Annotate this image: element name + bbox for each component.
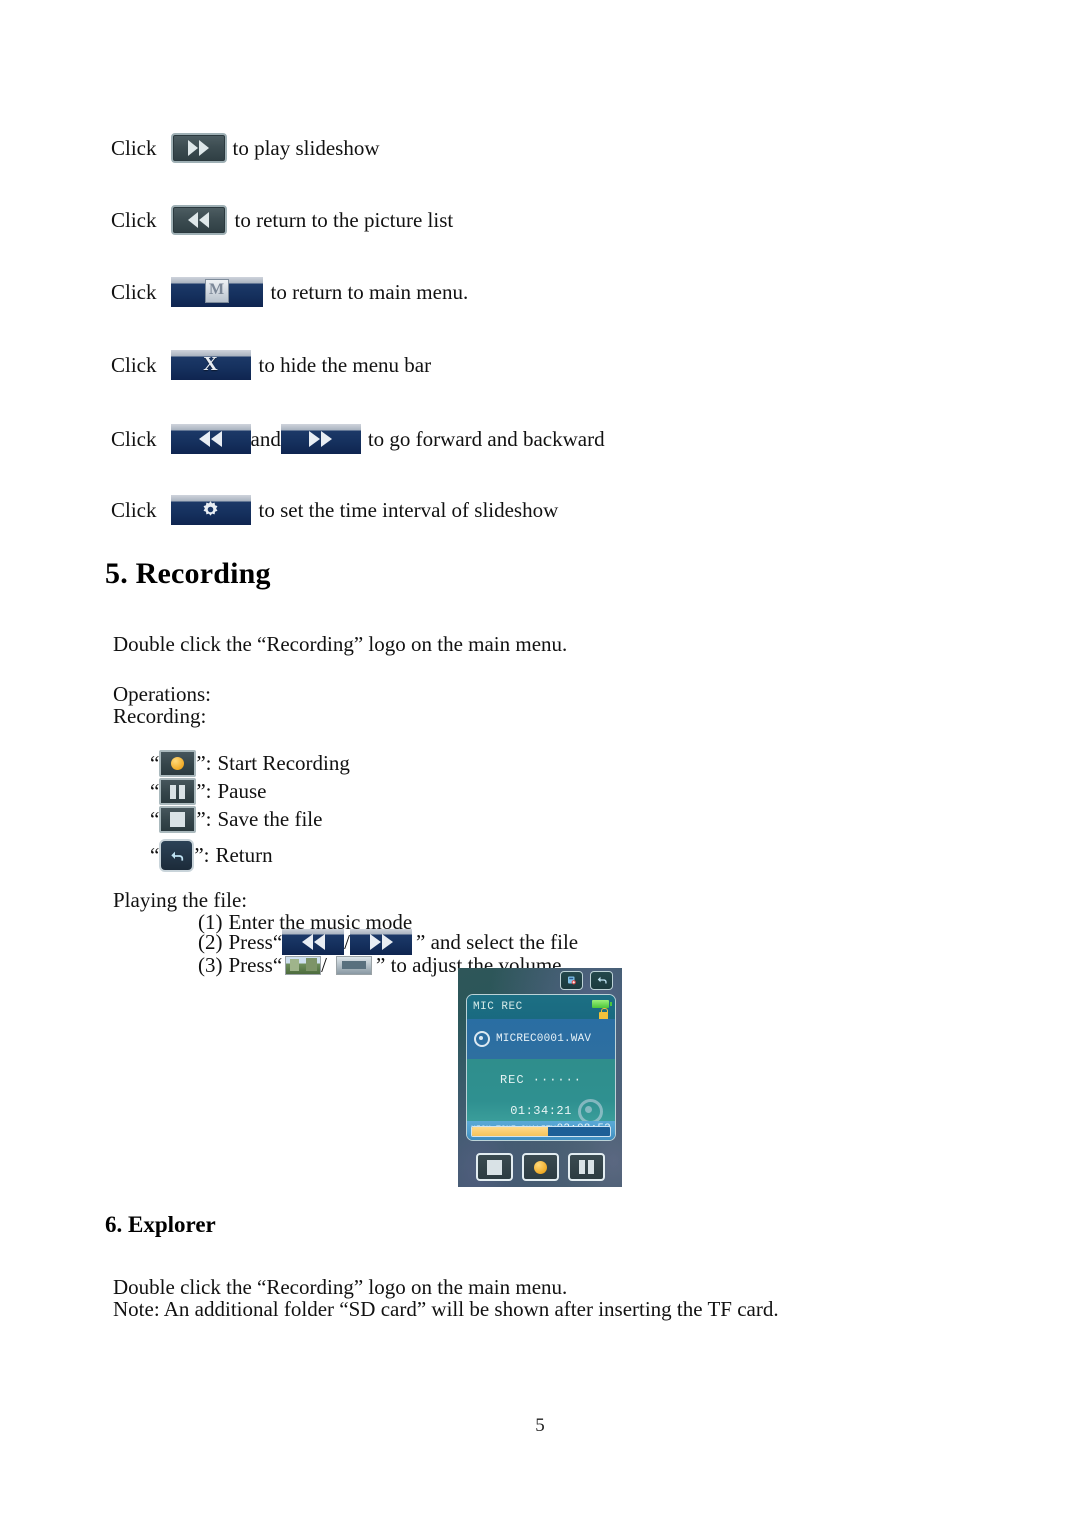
rewind-icon [173, 207, 225, 233]
instruction-prefix: Click [111, 279, 157, 304]
instruction-line-main-menu: Click M to return to main menu. [111, 277, 468, 307]
recording-label: Recording: [113, 704, 207, 728]
step-number: (3) [198, 953, 223, 977]
page-number: 5 [535, 1415, 545, 1436]
settings-icon[interactable] [560, 970, 583, 990]
screen-file-row: MICREC0001.WAV [467, 1019, 615, 1059]
disc-icon [474, 1031, 490, 1047]
instruction-prefix: Click [111, 497, 157, 522]
instruction-suffix: to hide the menu bar [258, 352, 432, 377]
record-icon[interactable] [159, 750, 197, 777]
recording-intro-text: Double click the “Recording” logo on the… [113, 632, 568, 656]
next-button[interactable] [280, 424, 361, 454]
instruction-prefix: Click [111, 135, 157, 160]
instruction-prefix: Click [111, 352, 157, 377]
screen-status-area: REC ······ [467, 1059, 615, 1101]
screen-title-bar: MIC REC [467, 995, 615, 1020]
screen-status-text: REC ······ [499, 1073, 582, 1087]
previous-button[interactable] [170, 424, 251, 454]
op-line-save-file: “ ”: Save the file [150, 806, 322, 833]
page-title-explorer: 6. Explorer [105, 1212, 216, 1237]
pause-button[interactable] [567, 1153, 605, 1181]
open-quote: “ [150, 843, 160, 868]
progress-fill [472, 1127, 548, 1136]
op-line-return: “ ”: Return [150, 839, 273, 872]
screen-elapsed-time: 01:34:21 [510, 1104, 572, 1118]
op-label: Return [215, 843, 273, 868]
screen-title: MIC REC [473, 1001, 523, 1013]
instruction-line-time-interval: Click to set the time interval of slides… [111, 495, 558, 525]
screen-progress-bar[interactable] [471, 1126, 611, 1137]
op-line-pause: “ ”: Pause [150, 778, 266, 805]
close-quote: ”: [196, 751, 212, 776]
next-icon [281, 424, 361, 454]
close-quote: ”: [194, 843, 210, 868]
close-icon: X [203, 352, 218, 375]
screen-info-area: HIGH TONE QUALITY 02:08:53 [467, 1121, 615, 1140]
record-button[interactable] [521, 1153, 559, 1181]
screen-file-name: MICREC0001.WAV [496, 1033, 592, 1045]
instruction-middle: and [250, 426, 281, 451]
close-quote: ”: [196, 779, 212, 804]
page-title-recording: 5. Recording [105, 557, 271, 590]
close-button[interactable]: X [170, 350, 251, 380]
device-lcd-screen: MIC REC MICREC0001.WAV REC ······ 01:34:… [466, 994, 616, 1141]
previous-icon [171, 424, 251, 454]
op-label: Start Recording [217, 751, 350, 776]
rewind-button[interactable] [170, 205, 227, 235]
volume-down-thumbnail[interactable] [336, 955, 373, 975]
gear-icon [171, 495, 251, 525]
instruction-prefix: Click [111, 426, 157, 451]
open-quote: “ [150, 779, 160, 804]
step-separator: / [321, 953, 328, 977]
instruction-suffix: to return to the picture list [234, 207, 454, 232]
fast-forward-button[interactable] [170, 133, 227, 163]
device-screenshot: MIC REC MICREC0001.WAV REC ······ 01:34:… [458, 968, 622, 1187]
op-label: Save the file [217, 807, 323, 832]
open-quote: “ [150, 807, 160, 832]
return-icon[interactable] [590, 970, 613, 990]
instruction-line-hide-menu-bar: Click X to hide the menu bar [111, 350, 431, 380]
return-icon[interactable] [159, 839, 195, 872]
explorer-line-2: Note: An additional folder “SD card” wil… [113, 1297, 779, 1321]
close-quote: ”: [196, 807, 212, 832]
instruction-line-picture-list: Click to return to the picture list [111, 205, 453, 235]
document-page: Click to play slideshow Click to return … [0, 0, 1080, 1527]
instruction-line-play-slideshow: Click to play slideshow [111, 133, 380, 163]
step-prefix: Press“ [228, 953, 283, 977]
op-label: Pause [217, 779, 267, 804]
instruction-prefix: Click [111, 207, 157, 232]
op-line-start-recording: “ ”: Start Recording [150, 750, 350, 777]
stop-button[interactable] [475, 1153, 513, 1181]
letter-m-icon: M [171, 277, 263, 307]
main-menu-button[interactable]: M [170, 277, 263, 307]
instruction-suffix: to go forward and backward [367, 426, 605, 451]
fast-forward-icon [173, 135, 225, 161]
battery-full-icon [592, 1000, 612, 1008]
pause-icon[interactable] [159, 778, 197, 805]
instruction-suffix: to set the time interval of slideshow [258, 497, 559, 522]
instruction-suffix: to play slideshow [232, 135, 380, 160]
instruction-line-forward-backward: Click and to go forward and backward [111, 424, 605, 454]
open-quote: “ [150, 751, 160, 776]
instruction-suffix: to return to main menu. [270, 279, 469, 304]
volume-up-thumbnail[interactable] [285, 955, 322, 975]
settings-gear-button[interactable] [170, 495, 251, 525]
device-top-toolbar [458, 968, 622, 992]
stop-save-icon[interactable] [159, 806, 197, 833]
device-control-bar [458, 1153, 622, 1181]
